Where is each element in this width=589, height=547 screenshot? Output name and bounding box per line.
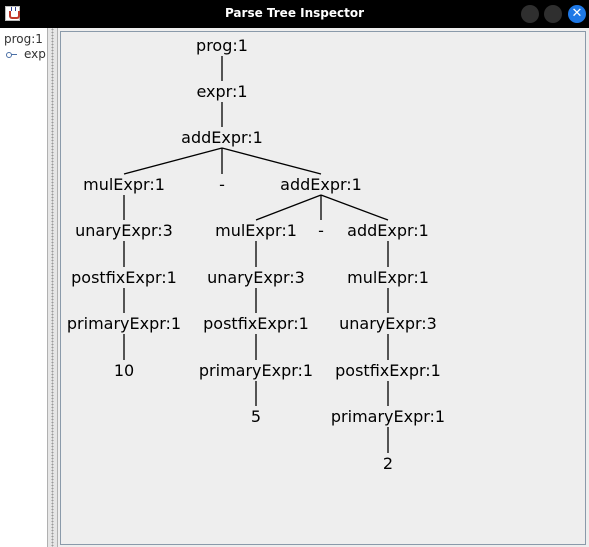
tree-node[interactable]: primaryExpr:1: [67, 314, 181, 333]
tree-node[interactable]: addExpr:1: [347, 221, 429, 240]
tree-node[interactable]: postfixExpr:1: [203, 314, 309, 333]
tree-node[interactable]: -: [318, 221, 324, 240]
tree-edge: [221, 147, 322, 175]
close-button[interactable]: ✕: [568, 5, 586, 23]
tree-node[interactable]: expr:1: [196, 82, 247, 101]
tree-node[interactable]: 5: [251, 407, 261, 426]
tree-node[interactable]: -: [219, 175, 225, 194]
tree-node[interactable]: 2: [383, 454, 393, 473]
tree-node[interactable]: unaryExpr:3: [339, 314, 437, 333]
close-icon: ✕: [571, 6, 583, 21]
divider-grip[interactable]: [51, 28, 54, 547]
tree-node[interactable]: addExpr:1: [181, 128, 263, 147]
split-pane-divider[interactable]: [47, 28, 58, 547]
minimize-button[interactable]: [521, 5, 539, 23]
tree-node[interactable]: postfixExpr:1: [71, 268, 177, 287]
key-icon: [6, 51, 18, 59]
tree-node[interactable]: mulExpr:1: [83, 175, 165, 194]
tree-edge: [123, 147, 223, 175]
tree-edge: [255, 194, 322, 221]
tree-node[interactable]: primaryExpr:1: [331, 407, 445, 426]
tree-node[interactable]: unaryExpr:3: [75, 221, 173, 240]
parse-tree-canvas: prog:1 expr:1 addExpr:1 mulExpr:1 - addExpr:1…: [60, 31, 586, 545]
tree-node[interactable]: postfixExpr:1: [335, 361, 441, 380]
tree-node[interactable]: unaryExpr:3: [207, 268, 305, 287]
tree-view-panel[interactable]: prog:1 exp: [0, 28, 47, 547]
tree-node[interactable]: mulExpr:1: [347, 268, 429, 287]
tree-node[interactable]: primaryExpr:1: [199, 361, 313, 380]
tree-node[interactable]: mulExpr:1: [215, 221, 297, 240]
parse-tree-graph: prog:1 expr:1 addExpr:1 mulExpr:1 - addExpr:1…: [67, 36, 445, 473]
tree-node[interactable]: prog:1: [196, 36, 248, 55]
tree-edge: [320, 194, 389, 221]
title-bar[interactable]: Parse Tree Inspector ✕: [0, 0, 589, 28]
maximize-button[interactable]: [544, 5, 562, 23]
tree-item-child-label: exp: [24, 47, 46, 61]
window-title: Parse Tree Inspector: [224, 6, 365, 20]
tree-node[interactable]: 10: [114, 361, 134, 380]
tree-node[interactable]: addExpr:1: [280, 175, 362, 194]
tree-item-root[interactable]: prog:1: [4, 32, 43, 46]
tree-item-child[interactable]: exp: [6, 47, 46, 61]
